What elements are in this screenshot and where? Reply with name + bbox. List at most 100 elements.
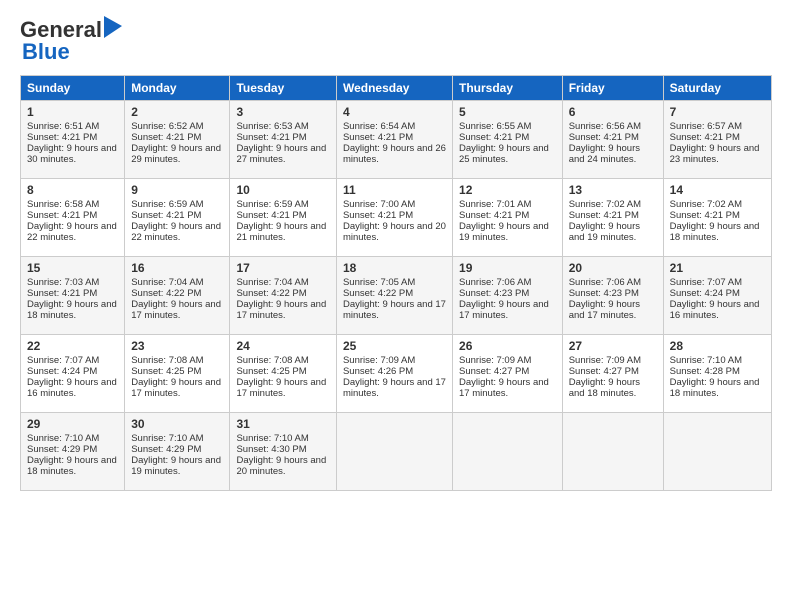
calendar-cell: 16 Sunrise: 7:04 AM Sunset: 4:22 PM Dayl… (125, 257, 230, 335)
day-number: 12 (459, 183, 556, 197)
sunrise-label: Sunrise: 7:07 AM (670, 277, 742, 288)
sunset-label: Sunset: 4:21 PM (569, 132, 639, 143)
calendar-week-row: 15 Sunrise: 7:03 AM Sunset: 4:21 PM Dayl… (21, 257, 772, 335)
daylight-label: Daylight: 9 hours and 30 minutes. (27, 143, 117, 165)
sunset-label: Sunset: 4:28 PM (670, 366, 740, 377)
day-number: 21 (670, 261, 765, 275)
calendar-week-row: 1 Sunrise: 6:51 AM Sunset: 4:21 PM Dayli… (21, 101, 772, 179)
sunrise-label: Sunrise: 7:06 AM (569, 277, 641, 288)
daylight-label: Daylight: 9 hours and 23 minutes. (670, 143, 760, 165)
daylight-label: Daylight: 9 hours and 26 minutes. (343, 143, 446, 165)
column-header-thursday: Thursday (453, 76, 563, 101)
column-header-tuesday: Tuesday (230, 76, 337, 101)
column-header-sunday: Sunday (21, 76, 125, 101)
daylight-label: Daylight: 9 hours and 19 minutes. (459, 221, 549, 243)
daylight-label: Daylight: 9 hours and 16 minutes. (27, 377, 117, 399)
day-number: 24 (236, 339, 330, 353)
sunset-label: Sunset: 4:29 PM (131, 444, 201, 455)
header: General Blue (20, 16, 772, 65)
daylight-label: Daylight: 9 hours and 17 minutes. (459, 377, 549, 399)
sunset-label: Sunset: 4:22 PM (236, 288, 306, 299)
sunrise-label: Sunrise: 7:08 AM (236, 355, 308, 366)
sunrise-label: Sunrise: 7:10 AM (27, 433, 99, 444)
day-number: 14 (670, 183, 765, 197)
daylight-label: Daylight: 9 hours and 22 minutes. (27, 221, 117, 243)
calendar-cell: 15 Sunrise: 7:03 AM Sunset: 4:21 PM Dayl… (21, 257, 125, 335)
sunrise-label: Sunrise: 7:05 AM (343, 277, 415, 288)
daylight-label: Daylight: 9 hours and 24 minutes. (569, 143, 640, 165)
daylight-label: Daylight: 9 hours and 29 minutes. (131, 143, 221, 165)
calendar-cell: 30 Sunrise: 7:10 AM Sunset: 4:29 PM Dayl… (125, 413, 230, 491)
daylight-label: Daylight: 9 hours and 22 minutes. (131, 221, 221, 243)
sunrise-label: Sunrise: 7:10 AM (670, 355, 742, 366)
day-number: 9 (131, 183, 223, 197)
calendar-cell: 26 Sunrise: 7:09 AM Sunset: 4:27 PM Dayl… (453, 335, 563, 413)
calendar-cell: 13 Sunrise: 7:02 AM Sunset: 4:21 PM Dayl… (562, 179, 663, 257)
daylight-label: Daylight: 9 hours and 25 minutes. (459, 143, 549, 165)
sunrise-label: Sunrise: 6:55 AM (459, 121, 531, 132)
calendar-header-row: SundayMondayTuesdayWednesdayThursdayFrid… (21, 76, 772, 101)
sunrise-label: Sunrise: 7:04 AM (236, 277, 308, 288)
day-number: 28 (670, 339, 765, 353)
daylight-label: Daylight: 9 hours and 17 minutes. (236, 299, 326, 321)
sunset-label: Sunset: 4:22 PM (343, 288, 413, 299)
sunset-label: Sunset: 4:25 PM (131, 366, 201, 377)
calendar-cell: 29 Sunrise: 7:10 AM Sunset: 4:29 PM Dayl… (21, 413, 125, 491)
sunrise-label: Sunrise: 7:01 AM (459, 199, 531, 210)
calendar-cell: 10 Sunrise: 6:59 AM Sunset: 4:21 PM Dayl… (230, 179, 337, 257)
sunset-label: Sunset: 4:26 PM (343, 366, 413, 377)
calendar-week-row: 8 Sunrise: 6:58 AM Sunset: 4:21 PM Dayli… (21, 179, 772, 257)
sunset-label: Sunset: 4:27 PM (459, 366, 529, 377)
sunrise-label: Sunrise: 7:09 AM (343, 355, 415, 366)
calendar-cell: 2 Sunrise: 6:52 AM Sunset: 4:21 PM Dayli… (125, 101, 230, 179)
calendar-cell: 20 Sunrise: 7:06 AM Sunset: 4:23 PM Dayl… (562, 257, 663, 335)
sunrise-label: Sunrise: 6:53 AM (236, 121, 308, 132)
sunrise-label: Sunrise: 6:58 AM (27, 199, 99, 210)
day-number: 23 (131, 339, 223, 353)
sunset-label: Sunset: 4:23 PM (459, 288, 529, 299)
calendar-cell: 8 Sunrise: 6:58 AM Sunset: 4:21 PM Dayli… (21, 179, 125, 257)
sunrise-label: Sunrise: 7:10 AM (131, 433, 203, 444)
page: General Blue SundayMondayTuesdayWednesda… (0, 0, 792, 612)
sunrise-label: Sunrise: 6:59 AM (131, 199, 203, 210)
sunrise-label: Sunrise: 7:07 AM (27, 355, 99, 366)
day-number: 11 (343, 183, 446, 197)
sunrise-label: Sunrise: 7:03 AM (27, 277, 99, 288)
day-number: 4 (343, 105, 446, 119)
column-header-wednesday: Wednesday (336, 76, 452, 101)
day-number: 18 (343, 261, 446, 275)
calendar-cell: 5 Sunrise: 6:55 AM Sunset: 4:21 PM Dayli… (453, 101, 563, 179)
daylight-label: Daylight: 9 hours and 17 minutes. (343, 377, 446, 399)
daylight-label: Daylight: 9 hours and 20 minutes. (236, 455, 326, 477)
sunset-label: Sunset: 4:21 PM (236, 132, 306, 143)
day-number: 6 (569, 105, 657, 119)
calendar-cell: 25 Sunrise: 7:09 AM Sunset: 4:26 PM Dayl… (336, 335, 452, 413)
day-number: 26 (459, 339, 556, 353)
logo: General Blue (20, 16, 122, 65)
sunrise-label: Sunrise: 6:51 AM (27, 121, 99, 132)
daylight-label: Daylight: 9 hours and 18 minutes. (670, 377, 760, 399)
sunset-label: Sunset: 4:21 PM (27, 210, 97, 221)
calendar-cell: 19 Sunrise: 7:06 AM Sunset: 4:23 PM Dayl… (453, 257, 563, 335)
daylight-label: Daylight: 9 hours and 17 minutes. (343, 299, 446, 321)
daylight-label: Daylight: 9 hours and 17 minutes. (459, 299, 549, 321)
daylight-label: Daylight: 9 hours and 20 minutes. (343, 221, 446, 243)
calendar-week-row: 22 Sunrise: 7:07 AM Sunset: 4:24 PM Dayl… (21, 335, 772, 413)
sunset-label: Sunset: 4:21 PM (27, 288, 97, 299)
calendar-cell: 3 Sunrise: 6:53 AM Sunset: 4:21 PM Dayli… (230, 101, 337, 179)
column-header-monday: Monday (125, 76, 230, 101)
daylight-label: Daylight: 9 hours and 18 minutes. (670, 221, 760, 243)
daylight-label: Daylight: 9 hours and 18 minutes. (569, 377, 640, 399)
calendar-cell: 9 Sunrise: 6:59 AM Sunset: 4:21 PM Dayli… (125, 179, 230, 257)
calendar-cell: 4 Sunrise: 6:54 AM Sunset: 4:21 PM Dayli… (336, 101, 452, 179)
calendar-cell: 11 Sunrise: 7:00 AM Sunset: 4:21 PM Dayl… (336, 179, 452, 257)
sunset-label: Sunset: 4:21 PM (670, 210, 740, 221)
sunrise-label: Sunrise: 6:54 AM (343, 121, 415, 132)
day-number: 31 (236, 417, 330, 431)
calendar-cell: 22 Sunrise: 7:07 AM Sunset: 4:24 PM Dayl… (21, 335, 125, 413)
daylight-label: Daylight: 9 hours and 21 minutes. (236, 221, 326, 243)
sunrise-label: Sunrise: 6:57 AM (670, 121, 742, 132)
day-number: 27 (569, 339, 657, 353)
column-header-friday: Friday (562, 76, 663, 101)
calendar-cell: 7 Sunrise: 6:57 AM Sunset: 4:21 PM Dayli… (663, 101, 771, 179)
